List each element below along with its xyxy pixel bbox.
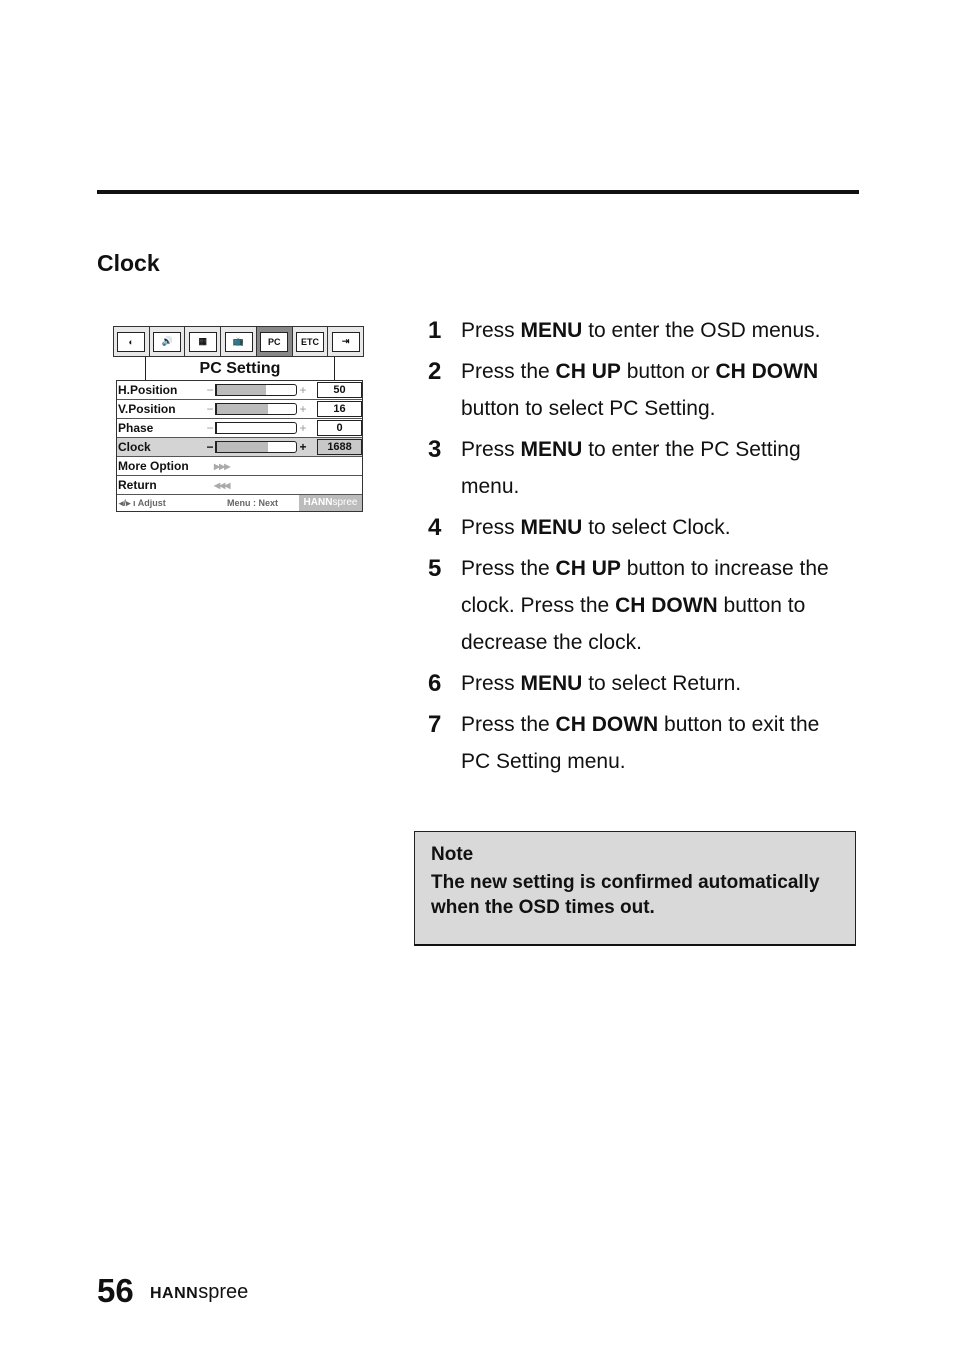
step-text: Press the CH UP button or CH DOWN button… [461, 360, 819, 420]
pc-icon: PC [260, 331, 289, 352]
note-title: Note [431, 844, 474, 865]
minus-icon: − [206, 383, 214, 397]
back-arrows-icon: ◀◀◀ [214, 480, 231, 490]
plus-icon: + [299, 402, 307, 416]
step-number: 1 [428, 317, 442, 344]
step-number: 3 [428, 436, 442, 463]
plus-icon: + [299, 383, 307, 397]
osd-row-label: Clock [118, 440, 151, 454]
step-number: 7 [428, 711, 442, 738]
osd-tab: ◐ [114, 327, 150, 356]
forward-arrows-icon: ▶▶▶ [214, 461, 231, 471]
osd-slider-fill [216, 385, 267, 395]
osd-slider [214, 422, 298, 434]
osd-row: H.Position − +50 [117, 381, 362, 400]
step-item: 7 Press the CH DOWN button to exit the PC… [428, 706, 848, 780]
osd-adjust-hint: ◂/▸ ı Adjust [119, 497, 166, 508]
osd-row: V.Position − +16 [117, 400, 362, 419]
osd-slider-fill [216, 404, 268, 414]
osd-row: Phase − +0 [117, 419, 362, 438]
step-text: Press MENU to select Return. [461, 672, 742, 695]
osd-row-more-option: More Option ▶▶▶ [117, 457, 362, 476]
osd-footer: ◂/▸ ı Adjust Menu : Next HANNspree [117, 495, 362, 511]
osd-tab: 🔊 [149, 327, 186, 356]
osd-row-label: V.Position [118, 402, 176, 416]
osd-row-label: Return [118, 478, 157, 492]
header-rule [97, 190, 859, 194]
osd-slider [214, 403, 298, 415]
page-number: 56 [97, 1272, 134, 1309]
osd-tab: ⇥ [328, 327, 364, 356]
minus-icon: − [206, 402, 214, 416]
picture-icon: ▦ [188, 331, 217, 352]
osd-tab: PC [256, 327, 293, 356]
osd-row: Clock − +1688 [117, 438, 362, 457]
osd-next-hint: Menu : Next [227, 498, 279, 508]
osd-menu-illustration: ◐ 🔊 ▦ 📺 PC ETC ⇥ PC Setting H.Position − +50 V.Po… [113, 326, 364, 512]
step-item: 1 Press MENU to enter the OSD menus. [428, 312, 848, 349]
step-item: 2 Press the CH UP button or CH DOWN butto… [428, 353, 848, 427]
osd-row-value: 50 [317, 382, 362, 398]
osd-slider [214, 384, 298, 396]
osd-title: PC Setting [145, 357, 335, 380]
step-number: 4 [428, 514, 442, 541]
plus-icon: + [299, 421, 307, 435]
osd-row-return: Return ◀◀◀ [117, 476, 362, 495]
osd-row-label: Phase [118, 421, 154, 435]
step-item: 5 Press the CH UP button to increase the … [428, 550, 848, 661]
step-number: 5 [428, 555, 442, 582]
plus-icon: + [299, 440, 307, 454]
minus-icon: − [206, 440, 214, 454]
osd-slider-fill [216, 442, 268, 452]
step-number: 2 [428, 358, 442, 385]
osd-tab: 📺 [221, 327, 257, 356]
tv-icon: 📺 [224, 331, 253, 352]
osd-brand-logo: HANNspree [299, 495, 362, 511]
osd-settings-table: H.Position − +50 V.Position − +16 Phase − +0 Cloc… [116, 380, 363, 512]
step-text: Press MENU to enter the OSD menus. [461, 319, 821, 342]
step-text: Press the CH DOWN button to exit the PC … [461, 713, 820, 773]
osd-row-label: More Option [118, 459, 189, 473]
note-body: The new setting is confirmed automatical… [431, 872, 820, 918]
sound-icon: 🔊 [153, 331, 182, 352]
step-number: 6 [428, 670, 442, 697]
note-box: Note The new setting is confirmed automa… [414, 831, 856, 946]
osd-slider [214, 441, 298, 453]
exit-icon: ⇥ [331, 331, 360, 352]
etc-icon: ETC [295, 331, 324, 352]
section-title: Clock [97, 250, 160, 276]
instruction-steps: 1 Press MENU to enter the OSD menus. 2 Pres… [428, 312, 848, 784]
osd-tab-bar: ◐ 🔊 ▦ 📺 PC ETC ⇥ [113, 326, 364, 357]
step-item: 3 Press MENU to enter the PC Setting menu… [428, 431, 848, 505]
step-text: Press the CH UP button to increase the c… [461, 557, 829, 654]
osd-row-value: 0 [317, 420, 362, 436]
brightness-icon: ◐ [117, 331, 146, 352]
osd-tab: ▦ [185, 327, 222, 356]
step-item: 4 Press MENU to select Clock. [428, 509, 848, 546]
osd-row-value: 16 [317, 401, 362, 417]
step-text: Press MENU to enter the PC Setting menu. [461, 438, 801, 498]
minus-icon: − [206, 421, 214, 435]
osd-row-value: 1688 [317, 439, 362, 455]
step-text: Press MENU to select Clock. [461, 516, 731, 539]
step-item: 6 Press MENU to select Return. [428, 665, 848, 702]
osd-tab: ETC [292, 327, 329, 356]
osd-row-label: H.Position [118, 383, 178, 397]
brand-logo: HANNspree [150, 1281, 249, 1303]
